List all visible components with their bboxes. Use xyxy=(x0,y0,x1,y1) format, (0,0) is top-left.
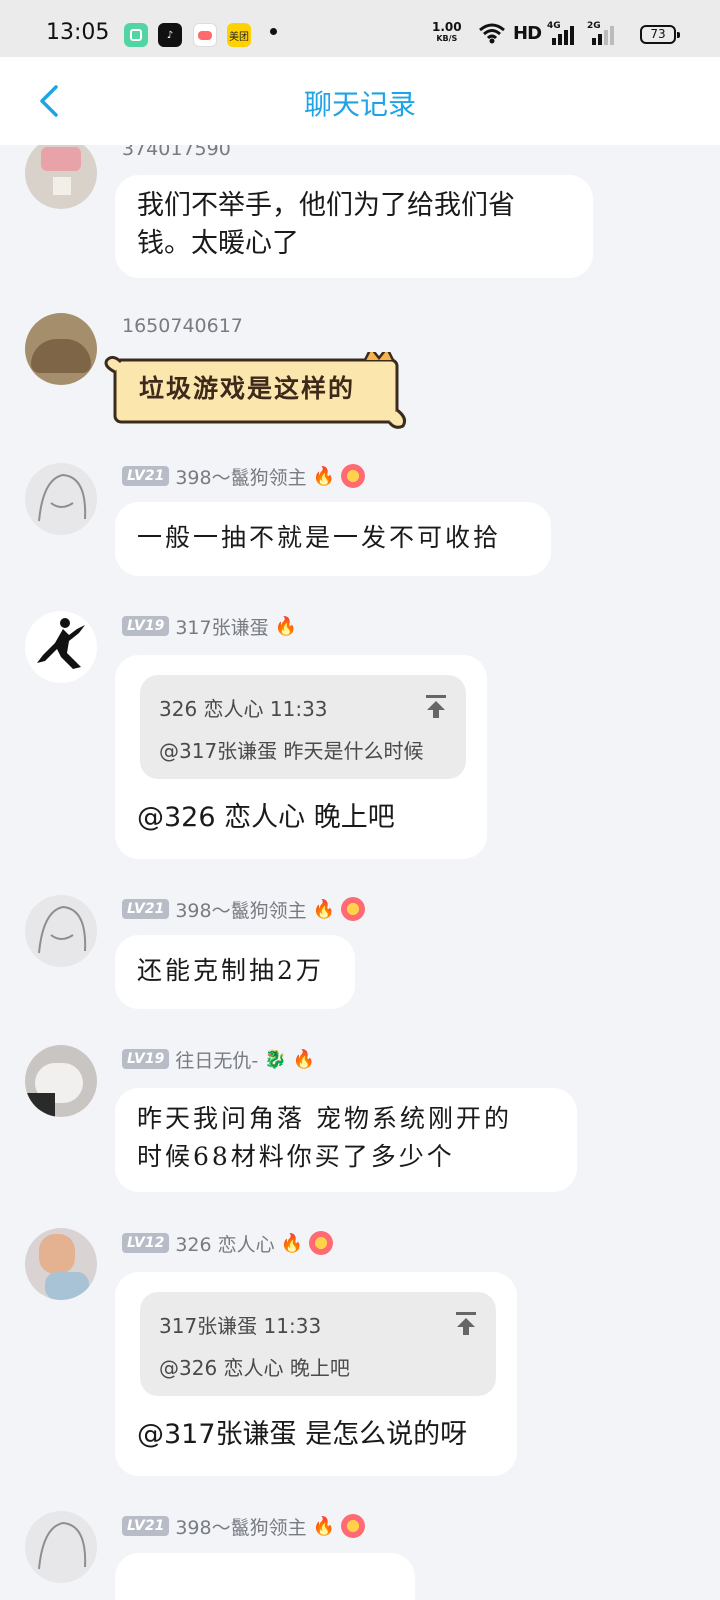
avatar[interactable] xyxy=(25,895,97,967)
sender-name: 317张谦蛋 xyxy=(175,616,269,639)
avatar[interactable] xyxy=(25,313,97,385)
message-text: 还能克制抽2万 xyxy=(137,956,324,985)
message-bubble[interactable] xyxy=(115,1553,415,1600)
quote-header: 326 恋人心 11:33 xyxy=(159,697,328,721)
fire-icon: 🔥 xyxy=(312,898,335,920)
notification-dot-icon xyxy=(270,28,277,35)
sender-name: 398～鬣狗领主 xyxy=(175,899,307,922)
network-speed: 1.00 KB/S xyxy=(432,20,462,43)
nav-header: 聊天记录 xyxy=(0,57,720,145)
quoted-message[interactable]: 317张谦蛋 11:33 @326 恋人心 晚上吧 xyxy=(140,1292,496,1396)
sender-name-row: LV21 398～鬣狗领主 🔥 xyxy=(122,895,365,923)
message-bubble[interactable]: 昨天我问角落 宠物系统刚开的 时候68材料你买了多少个 xyxy=(115,1088,577,1192)
status-time: 13:05 xyxy=(46,20,110,45)
sender-name: 326 恋人心 xyxy=(175,1233,275,1256)
sticker-text: 垃圾游戏是这样的 xyxy=(139,374,356,403)
avatar[interactable] xyxy=(25,463,97,535)
flower-badge-icon xyxy=(341,464,365,488)
level-badge: LV12 xyxy=(122,1233,170,1253)
sender-name-row: LV21 398～鬣狗领主 🔥 xyxy=(122,1512,365,1540)
avatar[interactable] xyxy=(25,611,97,683)
quote-header: 317张谦蛋 11:33 xyxy=(159,1314,322,1338)
fire-icon: 🔥 xyxy=(312,465,335,487)
jump-to-original-icon[interactable] xyxy=(424,693,448,719)
sender-name: 398～鬣狗领主 xyxy=(175,1516,307,1539)
tiktok-icon: ♪ xyxy=(158,23,182,47)
status-bar: 13:05 ♪ 美团 1.00 KB/S HD 4G 2G 73 xyxy=(0,0,720,57)
sender-name: 398～鬣狗领主 xyxy=(175,466,307,489)
message-bubble[interactable]: 一般一抽不就是一发不可收拾 xyxy=(115,502,551,576)
hd-indicator: HD xyxy=(513,23,542,44)
anime-avatar-icon xyxy=(38,473,87,522)
sender-name: 1650740617 xyxy=(122,315,243,337)
message-bubble[interactable]: 317张谦蛋 11:33 @326 恋人心 晚上吧 @317张谦蛋 是怎么说的呀 xyxy=(115,1272,517,1476)
battery-icon: 73 xyxy=(640,25,680,44)
avatar[interactable] xyxy=(25,145,97,209)
quote-body: @326 恋人心 晚上吧 xyxy=(159,1356,350,1380)
anime-avatar-icon xyxy=(38,905,87,954)
message-bubble[interactable]: 还能克制抽2万 xyxy=(115,935,355,1009)
sender-name-row: LV19 317张谦蛋 🔥 xyxy=(122,612,297,640)
wifi-icon xyxy=(479,23,505,44)
sender-name-row: 1650740617 xyxy=(122,312,243,340)
avatar[interactable] xyxy=(25,1228,97,1300)
jump-to-original-icon[interactable] xyxy=(454,1310,478,1336)
reply-text: @326 恋人心 晚上吧 xyxy=(137,802,395,833)
flower-badge-icon xyxy=(341,1514,365,1538)
sender-name-row: LV21 398～鬣狗领主 🔥 xyxy=(122,462,365,490)
message-bubble[interactable]: 我们不举手，他们为了给我们省 钱。太暖心了 xyxy=(115,175,593,278)
message-text-line: 昨天我问角落 宠物系统刚开的 xyxy=(137,1104,512,1133)
sender-name: 374017590 xyxy=(122,145,231,160)
avatar[interactable] xyxy=(25,1045,97,1117)
message-text-line: 我们不举手，他们为了给我们省 xyxy=(137,190,515,221)
message-bubble[interactable]: 326 恋人心 11:33 @317张谦蛋 昨天是什么时候 @326 恋人心 晚… xyxy=(115,655,487,859)
level-badge: LV21 xyxy=(122,899,170,919)
message-text-line: 时候68材料你买了多少个 xyxy=(137,1142,455,1171)
sender-name-row: 374017590 xyxy=(122,145,231,163)
sender-name-row: LV19 往日无仇- 🐉 🔥 xyxy=(122,1045,315,1073)
meituan-icon: 美团 xyxy=(227,23,251,47)
fire-icon: 🔥 xyxy=(312,1515,335,1537)
dragon-icon: 🐉 xyxy=(264,1048,287,1070)
sticker-message[interactable]: 垃圾游戏是这样的 xyxy=(103,352,408,432)
sender-name-row: LV12 326 恋人心 🔥 xyxy=(122,1229,334,1257)
signal-icon xyxy=(552,26,574,45)
reply-text: @317张谦蛋 是怎么说的呀 xyxy=(137,1419,468,1450)
jumpman-logo-icon xyxy=(37,618,85,669)
quote-body: @317张谦蛋 昨天是什么时候 xyxy=(159,739,424,763)
sender-name: 往日无仇- xyxy=(175,1049,259,1072)
message-text: 一般一抽不就是一发不可收拾 xyxy=(137,523,502,552)
page-title: 聊天记录 xyxy=(303,88,416,121)
flower-badge-icon xyxy=(309,1231,334,1255)
level-badge: LV21 xyxy=(122,1516,170,1536)
anime-avatar-icon xyxy=(38,1521,87,1570)
green-app-icon xyxy=(124,23,148,47)
chat-history-list[interactable]: 374017590 我们不举手，他们为了给我们省 钱。太暖心了 16507406… xyxy=(0,145,720,1600)
game-app-icon xyxy=(193,23,217,47)
fire-icon: 🔥 xyxy=(280,1232,304,1254)
level-badge: LV19 xyxy=(122,616,170,636)
level-badge: LV19 xyxy=(122,1049,170,1069)
signal-2-icon xyxy=(592,26,614,45)
message-text-line: 钱。太暖心了 xyxy=(137,228,299,259)
quoted-message[interactable]: 326 恋人心 11:33 @317张谦蛋 昨天是什么时候 xyxy=(140,675,466,779)
avatar[interactable] xyxy=(25,1511,97,1583)
fire-icon: 🔥 xyxy=(274,615,297,637)
fire-icon: 🔥 xyxy=(292,1048,316,1070)
flower-badge-icon xyxy=(341,897,365,921)
level-badge: LV21 xyxy=(122,466,170,486)
